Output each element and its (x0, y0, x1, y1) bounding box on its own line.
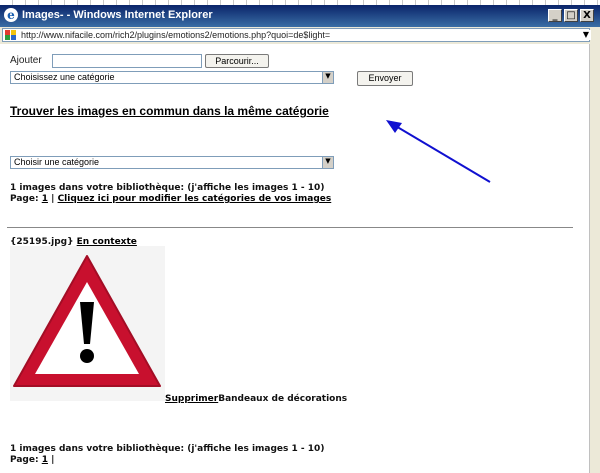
vertical-scrollbar[interactable] (589, 44, 600, 473)
page-link-1[interactable]: 1 (42, 194, 48, 204)
image-thumbnail[interactable] (10, 246, 165, 401)
annotation-arrow-icon (386, 120, 491, 183)
delete-link[interactable]: Supprimer (165, 394, 218, 404)
filter-category-select[interactable]: Choisir une catégorie ▼ (10, 156, 334, 169)
upload-category-select[interactable]: Choisissez une catégorie ▼ (10, 71, 334, 84)
address-bar: http://www.nifacile.com/rich2/plugins/em… (0, 27, 600, 45)
chevron-down-icon: ▼ (322, 72, 333, 83)
page-label: Page: (10, 194, 39, 204)
footer-page-label: Page: (10, 455, 39, 465)
ie-logo-icon: e (4, 8, 18, 22)
image-actions: SupprimerBandeaux de décorations (165, 394, 347, 404)
page-content: Ajouter Parcourir... Choisissez une caté… (0, 44, 589, 473)
address-field[interactable]: http://www.nifacile.com/rich2/plugins/em… (2, 28, 591, 42)
ajouter-label: Ajouter (10, 55, 42, 66)
maximize-button[interactable]: □ (564, 9, 578, 22)
send-button[interactable]: Envoyer (357, 71, 413, 86)
pagination: Page: 1 | Cliquez ici pour modifier les … (10, 194, 331, 204)
window-title: Images- - Windows Internet Explorer (22, 9, 213, 21)
footer-separator: | (51, 455, 55, 465)
footer-pagination: Page: 1 | (10, 455, 54, 465)
page-icon (5, 30, 16, 40)
chevron-down-icon: ▼ (322, 157, 333, 168)
minimize-button[interactable]: _ (548, 9, 562, 22)
warning-sign-icon (10, 246, 165, 401)
address-dropdown-icon[interactable]: ▼ (581, 30, 591, 40)
file-input[interactable] (52, 54, 202, 68)
footer-page-link-1[interactable]: 1 (42, 455, 48, 465)
image-category: Bandeaux de décorations (218, 394, 348, 404)
title-bar[interactable]: e Images- - Windows Internet Explorer _ … (0, 5, 600, 27)
image-count-text: 1 images dans votre bibliothèque: (j'aff… (10, 183, 325, 193)
divider (7, 227, 573, 228)
filter-category-value: Choisir une catégorie (14, 157, 100, 167)
find-common-images-link[interactable]: Trouver les images en commun dans la mêm… (10, 104, 329, 118)
separator: | (51, 194, 55, 204)
upload-category-value: Choisissez une catégorie (14, 72, 115, 82)
close-button[interactable]: X (580, 9, 594, 22)
address-url: http://www.nifacile.com/rich2/plugins/em… (21, 30, 331, 40)
modify-categories-link[interactable]: Cliquez ici pour modifier les catégories… (58, 194, 332, 204)
footer-count-text: 1 images dans votre bibliothèque: (j'aff… (10, 444, 325, 454)
browse-button[interactable]: Parcourir... (205, 54, 269, 68)
